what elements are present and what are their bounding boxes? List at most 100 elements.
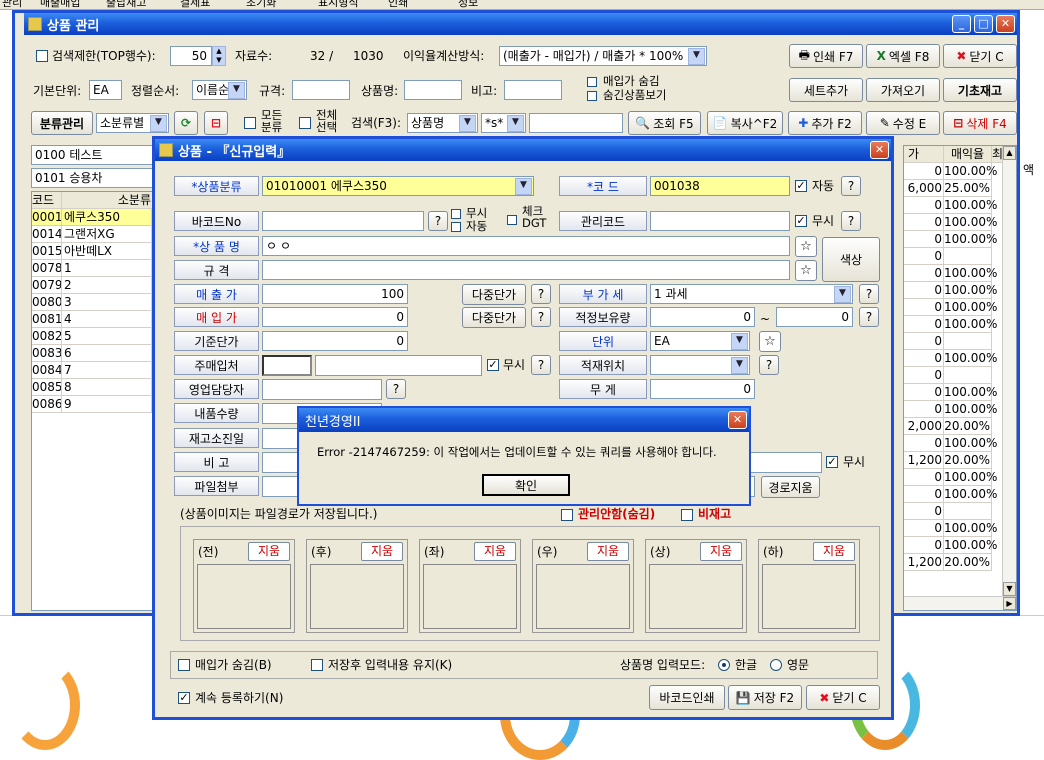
unit-star-button[interactable]: ☆	[759, 331, 781, 352]
keep-input-checkbox[interactable]	[311, 659, 323, 671]
import-button[interactable]: 가져오기	[866, 78, 940, 102]
grid-header-code[interactable]: 코드	[32, 192, 62, 209]
note-ignore-checkbox[interactable]: ✓	[826, 456, 838, 468]
table-row[interactable]: 100.00%	[944, 469, 997, 486]
table-row[interactable]	[944, 503, 992, 520]
refresh-button[interactable]: ⟳	[174, 111, 198, 135]
multi-price-button-1[interactable]: 다중단가	[462, 284, 526, 305]
base-unit-input[interactable]: EA	[89, 80, 122, 100]
image-preview[interactable]	[310, 564, 404, 629]
grid-header-price[interactable]: 가	[904, 146, 944, 163]
menu-item[interactable]: 초기화	[246, 0, 276, 9]
table-row[interactable]	[944, 333, 992, 350]
storage-select[interactable]	[650, 355, 750, 375]
menu-item[interactable]: 인쇄	[388, 0, 408, 9]
table-row[interactable]: 0	[904, 265, 944, 282]
table-row[interactable]: 100.00%	[944, 299, 997, 316]
table-row[interactable]: 4	[62, 311, 152, 328]
table-row[interactable]: 100.00%	[944, 435, 997, 452]
table-row[interactable]: 0	[904, 231, 944, 248]
horizontal-scrollbar[interactable]: ▶	[904, 596, 1016, 610]
scroll-right-icon[interactable]: ▶	[1003, 597, 1016, 610]
grid-header-margin[interactable]: 매익율	[944, 146, 992, 163]
manage-hide-checkbox[interactable]	[561, 509, 573, 521]
delete-button[interactable]: ⊟ 삭제 F4	[943, 111, 1017, 135]
table-row[interactable]: 0078	[32, 260, 62, 277]
scroll-down-icon[interactable]: ▼	[1003, 582, 1016, 596]
table-row[interactable]: 0	[904, 333, 944, 350]
barcode-help-button[interactable]: ?	[428, 211, 448, 231]
table-row[interactable]: 100.00%	[944, 384, 997, 401]
table-row[interactable]: 100.00%	[944, 231, 997, 248]
table-row[interactable]: 0014	[32, 226, 62, 243]
scroll-up-icon[interactable]: ▲	[1003, 146, 1016, 160]
sales-staff-help-button[interactable]: ?	[386, 379, 406, 399]
grid-header-subcategory[interactable]: 소분류	[62, 192, 154, 209]
hide-purchase-checkbox[interactable]	[178, 659, 190, 671]
spec-input[interactable]	[262, 260, 790, 280]
table-row[interactable]: 0082	[32, 328, 62, 345]
image-preview[interactable]	[762, 564, 856, 629]
table-row[interactable]: 8	[62, 379, 152, 396]
menu-item[interactable]: 출납재고	[106, 0, 146, 9]
menu-item[interactable]: 결제표	[180, 0, 210, 9]
hide-purchase-price-checkbox[interactable]	[587, 77, 597, 87]
mode-english-radio[interactable]	[770, 659, 782, 671]
minimize-icon[interactable]: _	[952, 15, 971, 33]
table-row[interactable]: 25.00%	[944, 180, 992, 197]
code-auto-checkbox[interactable]: ✓	[795, 180, 807, 192]
table-row[interactable]: 0001	[32, 209, 62, 226]
barcode-auto-checkbox[interactable]	[451, 222, 461, 232]
search-limit-spinner[interactable]: ▲ ▼	[212, 46, 226, 66]
color-button[interactable]: 색상	[822, 237, 880, 282]
table-row[interactable]: 100.00%	[944, 486, 997, 503]
table-row[interactable]: 7	[62, 362, 152, 379]
main-supplier-code-input[interactable]	[262, 355, 312, 376]
search-field-select[interactable]: 상품명	[407, 113, 478, 133]
maximize-icon[interactable]: □	[974, 15, 993, 33]
table-row[interactable]: 0080	[32, 294, 62, 311]
check-digit-checkbox[interactable]	[507, 215, 517, 225]
table-row[interactable]: 0	[904, 401, 944, 418]
image-preview[interactable]	[649, 564, 743, 629]
table-row[interactable]: 9	[62, 396, 152, 413]
table-row[interactable]: 20.00%	[944, 554, 992, 571]
path-clear-button[interactable]: 경로지움	[761, 476, 820, 498]
unit-select[interactable]: EA	[650, 331, 750, 351]
table-row[interactable]: 0015	[32, 243, 62, 260]
table-row[interactable]: 20.00%	[944, 418, 992, 435]
multi-price-help-1[interactable]: ?	[531, 284, 551, 304]
table-row[interactable]: 100.00%	[944, 265, 997, 282]
table-row[interactable]: 6,000	[904, 180, 944, 197]
close-icon[interactable]: ✕	[728, 411, 747, 429]
table-row[interactable]: 0	[904, 486, 944, 503]
search-pattern-select[interactable]: *s*	[481, 113, 526, 133]
excel-button[interactable]: X 엑셀 F8	[866, 44, 940, 68]
table-row[interactable]: 0	[904, 537, 944, 554]
table-row[interactable]: 0079	[32, 277, 62, 294]
table-row[interactable]: 그랜저XG	[62, 226, 152, 243]
not-stock-checkbox[interactable]	[681, 509, 693, 521]
print-button[interactable]: 🖶 인쇄 F7	[789, 44, 863, 68]
image-delete-button[interactable]: 지움	[474, 542, 516, 561]
multi-price-button-2[interactable]: 다중단가	[462, 307, 526, 328]
table-row[interactable]: 0	[904, 520, 944, 537]
table-row[interactable]: 0	[904, 316, 944, 333]
product-name-filter-input[interactable]	[404, 80, 462, 100]
manage-code-help-button[interactable]: ?	[841, 211, 861, 231]
table-row[interactable]: 1,200	[904, 554, 944, 571]
table-row[interactable]: 100.00%	[944, 537, 997, 554]
table-row[interactable]: 0081	[32, 311, 62, 328]
profit-method-select[interactable]: (매출가 - 매입가) / 매출가 * 100%	[499, 46, 707, 66]
save-button[interactable]: 💾 저장 F2	[728, 685, 802, 710]
weight-input[interactable]: 0	[650, 379, 755, 399]
ok-button[interactable]: 확인	[482, 474, 570, 496]
category-management-button[interactable]: 분류관리	[31, 111, 93, 135]
vat-help-button[interactable]: ?	[859, 284, 879, 304]
table-row[interactable]: 3	[62, 294, 152, 311]
table-row[interactable]: 0	[904, 469, 944, 486]
table-row[interactable]: 0	[904, 350, 944, 367]
table-row[interactable]: 0	[904, 503, 944, 520]
search-limit-checkbox[interactable]	[36, 50, 48, 62]
image-delete-button[interactable]: 지움	[248, 542, 290, 561]
